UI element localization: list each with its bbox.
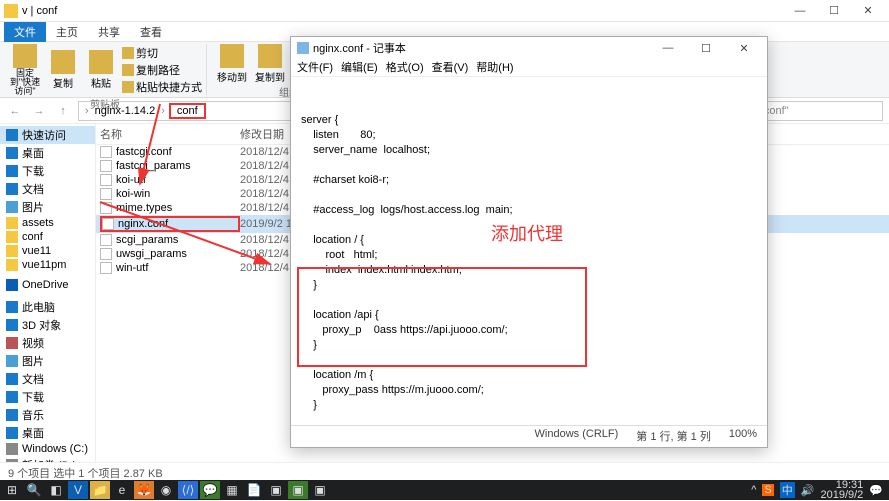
back-button[interactable]: ← xyxy=(6,102,24,120)
np-menu-view[interactable]: 查看(V) xyxy=(432,59,469,76)
sidebar-item[interactable]: 图片 xyxy=(0,198,95,216)
tab-share[interactable]: 共享 xyxy=(88,22,130,42)
col-name[interactable]: 名称 xyxy=(100,126,240,142)
np-status-enc: Windows (CRLF) xyxy=(535,428,619,443)
close-button[interactable]: ✕ xyxy=(851,0,885,22)
sidebar-item[interactable]: conf xyxy=(0,230,95,244)
maximize-button[interactable]: ☐ xyxy=(817,0,851,22)
copyto-button[interactable]: 复制到 xyxy=(253,44,287,84)
sidebar-item[interactable]: vue11pm xyxy=(0,258,95,272)
sidebar-item[interactable]: assets xyxy=(0,216,95,230)
notepad-content[interactable]: server { listen 80; server_name localhos… xyxy=(291,77,767,425)
notepad-window[interactable]: nginx.conf - 记事本 — ☐ ✕ 文件(F) 编辑(E) 格式(O)… xyxy=(290,36,768,448)
taskview-icon[interactable]: ◧ xyxy=(46,481,66,499)
sidebar-item[interactable]: 桌面 xyxy=(0,144,95,162)
np-close[interactable]: ✕ xyxy=(727,42,761,55)
sidebar-item[interactable]: vue11 xyxy=(0,244,95,258)
copy-button[interactable]: 复制 xyxy=(46,50,80,90)
annotation-label: 添加代理 xyxy=(491,227,563,242)
tab-view[interactable]: 查看 xyxy=(130,22,172,42)
taskbar-chrome[interactable]: ◉ xyxy=(156,481,176,499)
np-status-zoom: 100% xyxy=(729,428,757,443)
sidebar-item[interactable]: 音乐 xyxy=(0,406,95,424)
folder-icon xyxy=(4,4,18,18)
taskbar: ⊞ 🔍 ◧ V 📁 e 🦊 ◉ ⟨/⟩ 💬 ▦ 📄 ▣ ▣ ▣ ^ S 中 🔊 … xyxy=(0,480,889,500)
sidebar-item[interactable]: 桌面 xyxy=(0,424,95,442)
path-seg-1[interactable]: nginx-1.14.2 xyxy=(93,105,158,117)
start-button[interactable]: ⊞ xyxy=(2,481,22,499)
notifications-icon[interactable]: 💬 xyxy=(869,484,883,497)
taskbar-app[interactable]: V xyxy=(68,481,88,499)
taskbar-explorer[interactable]: 📁 xyxy=(90,481,110,499)
sidebar-item[interactable]: 视频 xyxy=(0,334,95,352)
sidebar: 快速访问 桌面 下载 文档 图片 assets conf vue11 vue11… xyxy=(0,124,96,470)
sidebar-item[interactable]: Windows (C:) xyxy=(0,442,95,456)
sidebar-item[interactable]: 图片 xyxy=(0,352,95,370)
taskbar-edge[interactable]: e xyxy=(112,481,132,499)
np-menu-format[interactable]: 格式(O) xyxy=(386,59,424,76)
sidebar-onedrive[interactable]: OneDrive xyxy=(0,278,95,292)
np-menu-help[interactable]: 帮助(H) xyxy=(476,59,513,76)
paste-button[interactable]: 粘贴 xyxy=(84,50,118,90)
tab-file[interactable]: 文件 xyxy=(4,22,46,42)
taskbar-app[interactable]: ▣ xyxy=(266,481,286,499)
taskbar-app[interactable]: ▦ xyxy=(222,481,242,499)
cut-button[interactable]: 剪切 xyxy=(122,45,202,61)
sogou-icon[interactable]: S xyxy=(762,484,773,496)
search-icon[interactable]: 🔍 xyxy=(24,481,44,499)
ime-icon[interactable]: 中 xyxy=(780,482,795,498)
system-tray[interactable]: ^ S 中 🔊 19:312019/9/2 💬 xyxy=(751,480,887,500)
up-button[interactable]: ↑ xyxy=(54,102,72,120)
sidebar-thispc[interactable]: 此电脑 xyxy=(0,298,95,316)
taskbar-app[interactable]: ▣ xyxy=(288,481,308,499)
tab-home[interactable]: 主页 xyxy=(46,22,88,42)
sidebar-item[interactable]: 文档 xyxy=(0,180,95,198)
np-minimize[interactable]: — xyxy=(651,42,685,54)
forward-button[interactable]: → xyxy=(30,102,48,120)
np-menu-file[interactable]: 文件(F) xyxy=(297,59,333,76)
notepad-title: nginx.conf - 记事本 xyxy=(313,40,647,56)
copypath-button[interactable]: 复制路径 xyxy=(122,62,202,78)
np-maximize[interactable]: ☐ xyxy=(689,42,723,55)
np-menu-edit[interactable]: 编辑(E) xyxy=(341,59,378,76)
pin-button[interactable]: 固定到"快速访问" xyxy=(8,44,42,96)
np-status-pos: 第 1 行, 第 1 列 xyxy=(636,428,711,443)
taskbar-vscode[interactable]: ⟨/⟩ xyxy=(178,481,198,499)
taskbar-wechat[interactable]: 💬 xyxy=(200,481,220,499)
taskbar-app[interactable]: ▣ xyxy=(310,481,330,499)
taskbar-notepad[interactable]: 📄 xyxy=(244,481,264,499)
sidebar-item[interactable]: 下载 xyxy=(0,162,95,180)
pasteshort-button[interactable]: 粘贴快捷方式 xyxy=(122,79,202,95)
moveto-button[interactable]: 移动到 xyxy=(215,44,249,84)
minimize-button[interactable]: — xyxy=(783,0,817,22)
sidebar-item[interactable]: 文档 xyxy=(0,370,95,388)
sidebar-quick[interactable]: 快速访问 xyxy=(0,126,95,144)
window-title: v | conf xyxy=(22,5,783,17)
clock[interactable]: 19:312019/9/2 xyxy=(820,480,863,500)
path-seg-2[interactable]: conf xyxy=(169,103,206,119)
sidebar-item[interactable]: 下载 xyxy=(0,388,95,406)
annotation-box xyxy=(297,267,587,367)
notepad-icon xyxy=(297,42,309,54)
sidebar-item[interactable]: 3D 对象 xyxy=(0,316,95,334)
taskbar-firefox[interactable]: 🦊 xyxy=(134,481,154,499)
explorer-status: 9 个项目 选中 1 个项目 2.87 KB xyxy=(0,462,889,480)
